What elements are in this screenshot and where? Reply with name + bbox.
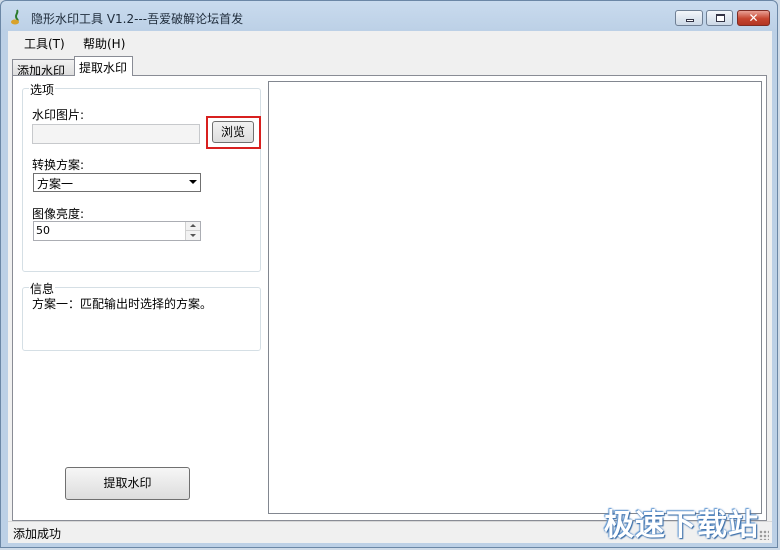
maximize-button[interactable] — [706, 10, 733, 26]
scheme-select-value: 方案一 — [37, 177, 74, 191]
chevron-down-icon — [189, 180, 197, 184]
app-window: 隐形水印工具 V1.2---吾爱破解论坛首发 ✕ 工具(T) 帮助(H) 添加水… — [0, 0, 778, 548]
brightness-stepper[interactable]: 50 — [33, 221, 201, 241]
extract-watermark-button[interactable]: 提取水印 — [65, 467, 190, 500]
stepper-buttons — [185, 222, 200, 240]
scheme-select[interactable]: 方案一 — [33, 173, 201, 192]
minimize-icon — [686, 19, 694, 22]
status-text: 添加成功 — [13, 527, 62, 541]
highlight-annotation — [206, 116, 261, 149]
window-title: 隐形水印工具 V1.2---吾爱破解论坛首发 — [31, 12, 244, 26]
menu-tools[interactable]: 工具(T) — [24, 35, 65, 52]
brightness-label: 图像亮度: — [32, 207, 85, 221]
menu-help[interactable]: 帮助(H) — [83, 35, 125, 52]
maximize-icon — [716, 14, 725, 22]
watermark-image-label: 水印图片: — [32, 108, 85, 122]
menu-bar: 工具(T) 帮助(H) — [8, 31, 772, 53]
tab-extract-watermark[interactable]: 提取水印 — [74, 56, 133, 76]
stepper-down-icon[interactable] — [186, 231, 200, 240]
stepper-up-icon[interactable] — [186, 222, 200, 231]
image-preview-panel — [268, 81, 762, 514]
scheme-label: 转换方案: — [32, 158, 85, 172]
close-button[interactable]: ✕ — [737, 10, 770, 26]
site-watermark-logo: 极速下载站 — [604, 508, 759, 543]
watermark-image-path-field[interactable] — [32, 124, 200, 144]
brightness-value: 50 — [36, 224, 50, 237]
client-area: 工具(T) 帮助(H) 添加水印 提取水印 选项 水印图片: 转换方案: 图像亮… — [8, 31, 772, 543]
resize-grip-icon[interactable] — [759, 530, 769, 540]
tab-add-watermark[interactable]: 添加水印 — [12, 59, 75, 78]
info-group: 信息 方案一：匹配输出时选择的方案。 — [22, 280, 261, 351]
close-icon: ✕ — [748, 11, 759, 25]
app-icon — [11, 9, 19, 25]
tab-page-extract: 选项 水印图片: 转换方案: 图像亮度: 浏览 方案一 50 信息 方案一：匹配… — [12, 75, 767, 521]
options-group-label: 选项 — [29, 81, 56, 98]
title-bar[interactable]: 隐形水印工具 V1.2---吾爱破解论坛首发 ✕ — [1, 1, 777, 31]
minimize-button[interactable] — [675, 10, 703, 26]
info-text: 方案一：匹配输出时选择的方案。 — [32, 297, 213, 311]
